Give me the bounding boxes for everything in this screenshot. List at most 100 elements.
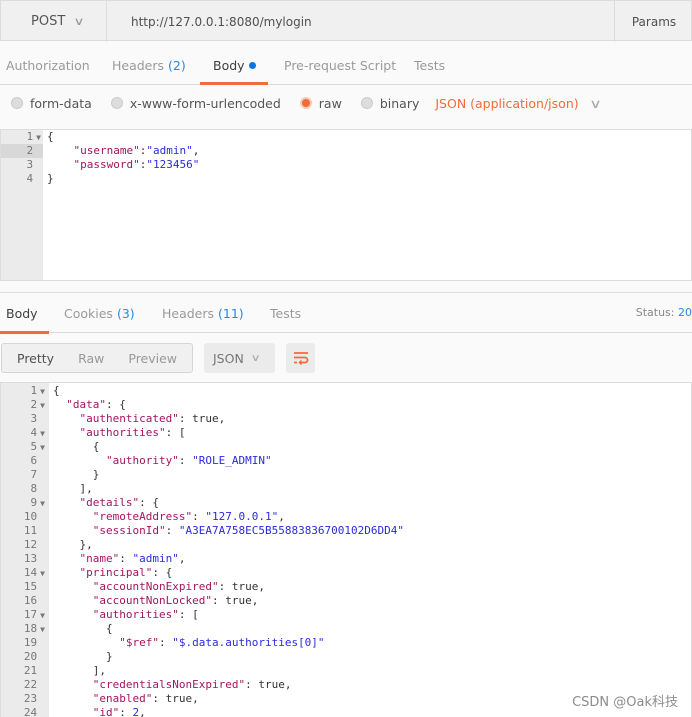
- tab-tests[interactable]: Tests: [414, 44, 445, 85]
- fold-arrow-icon[interactable]: ▼: [40, 429, 45, 438]
- wrap-lines-button[interactable]: [286, 343, 315, 373]
- json-punct: [53, 398, 66, 411]
- line-number: 2 ▼: [30, 398, 45, 411]
- line-number: 16: [1, 594, 49, 608]
- tab-body[interactable]: Body: [200, 44, 268, 85]
- json-punct: [53, 496, 80, 509]
- tab-label: Headers: [162, 306, 215, 321]
- code-line: "details": {: [53, 496, 404, 510]
- tab-label: Cookies: [64, 306, 113, 321]
- fold-arrow-icon[interactable]: ▼: [40, 443, 45, 452]
- view-mode-toggle: Pretty Raw Preview: [1, 343, 193, 373]
- json-key: "username": [73, 144, 140, 157]
- view-preview-button[interactable]: Preview: [128, 351, 177, 366]
- request-bar: POST ∨ http://127.0.0.1:8080/mylogin Par…: [0, 0, 692, 42]
- json-punct: [53, 594, 93, 607]
- tab-authorization[interactable]: Authorization: [6, 44, 90, 85]
- json-punct: [53, 566, 80, 579]
- chevron-down-icon: ∨: [250, 352, 261, 364]
- json-key: "$ref": [119, 636, 159, 649]
- line-number: 2: [1, 144, 43, 158]
- request-body-editor[interactable]: 1 ▼ 2 3 4 { "username":"admin", "password"…: [0, 129, 692, 281]
- line-number: 4: [1, 172, 43, 186]
- code-line: "authority": "ROLE_ADMIN": [53, 454, 404, 468]
- request-body-code[interactable]: { "username":"admin", "password":"123456…: [47, 130, 199, 186]
- method-select[interactable]: POST ∨: [1, 1, 107, 42]
- json-punct: }: [47, 172, 54, 185]
- json-punct: :: [119, 552, 133, 565]
- request-tabs: Authorization Headers (2) Body Pre-reque…: [0, 44, 692, 85]
- fold-arrow-icon[interactable]: ▼: [40, 401, 45, 410]
- radio-raw[interactable]: raw: [299, 96, 342, 111]
- json-key: "enabled": [92, 692, 153, 705]
- content-type-select[interactable]: JSON (application/json) ∨: [435, 96, 601, 111]
- radio-binary[interactable]: binary: [360, 96, 419, 111]
- fold-arrow-icon[interactable]: ▼: [40, 499, 45, 508]
- response-tabs: Body Cookies (3) Headers (11) Tests: [0, 292, 692, 334]
- radio-x-www-form-urlencoded[interactable]: x-www-form-urlencoded: [110, 96, 281, 111]
- json-punct: ,: [251, 594, 259, 607]
- json-key: "password": [73, 158, 140, 171]
- line-number-gutter: 1 ▼ 2 ▼ 3 4 ▼ 5 ▼ 6 7 8 9 ▼ 10 11 12 13 14 ▼ 15 16 1…: [1, 383, 49, 717]
- json-punct: : [: [178, 608, 199, 621]
- tab-label: Tests: [270, 306, 302, 321]
- radio-form-data[interactable]: form-data: [11, 96, 92, 111]
- code-line: }: [47, 172, 199, 186]
- line-number: 17 ▼: [23, 608, 45, 621]
- json-punct: :: [192, 510, 206, 523]
- fold-arrow-icon[interactable]: ▼: [40, 569, 45, 578]
- tab-response-body[interactable]: Body: [0, 293, 49, 334]
- chevron-down-icon: ∨: [73, 15, 85, 28]
- url-input[interactable]: http://127.0.0.1:8080/mylogin: [107, 1, 615, 42]
- line-number: 6: [1, 454, 49, 468]
- line-number-gutter: 1 ▼ 2 3 4: [1, 130, 43, 280]
- line-number: 1 ▼: [26, 130, 41, 143]
- view-pretty-button[interactable]: Pretty: [17, 351, 54, 366]
- fold-arrow-icon[interactable]: ▼: [36, 133, 41, 142]
- line-number: 19: [1, 636, 49, 650]
- view-raw-button[interactable]: Raw: [78, 351, 104, 366]
- fold-arrow-icon[interactable]: ▼: [40, 611, 45, 620]
- line-number: 13: [1, 552, 49, 566]
- response-status: Status: 20: [636, 306, 692, 319]
- tab-response-headers[interactable]: Headers (11): [162, 293, 244, 334]
- json-punct: : [: [165, 426, 186, 439]
- code-line: "principal": {: [53, 566, 404, 580]
- json-punct: [53, 678, 93, 691]
- line-number: 3: [1, 158, 43, 172]
- code-line: ],: [53, 664, 404, 678]
- json-punct: }: [53, 650, 113, 663]
- tab-label: Body: [213, 58, 245, 73]
- json-punct: ],: [53, 482, 93, 495]
- json-punct: [53, 524, 93, 537]
- tab-pre-request-script[interactable]: Pre-request Script: [284, 44, 396, 85]
- tab-test-results[interactable]: Tests: [270, 293, 301, 334]
- json-string: "123456": [146, 158, 200, 171]
- fold-arrow-icon[interactable]: ▼: [40, 625, 45, 634]
- line-number: 11: [1, 524, 49, 538]
- json-value: true: [192, 412, 219, 425]
- response-body-viewer[interactable]: 1 ▼ 2 ▼ 3 4 ▼ 5 ▼ 6 7 8 9 ▼ 10 11 12 13 14 ▼ 15 16 1…: [0, 382, 692, 717]
- json-key: "name": [79, 552, 120, 565]
- json-key: "details": [79, 496, 140, 509]
- code-line: "accountNonLocked": true,: [53, 594, 404, 608]
- code-line: {: [53, 440, 404, 454]
- json-punct: {: [53, 384, 60, 397]
- json-key: "principal": [79, 566, 153, 579]
- json-punct: ,: [178, 552, 186, 565]
- tab-cookies[interactable]: Cookies (3): [64, 293, 135, 334]
- json-punct: ,: [258, 580, 265, 593]
- json-punct: [47, 144, 74, 157]
- tab-headers[interactable]: Headers (2): [112, 44, 186, 85]
- format-select[interactable]: JSON ∨: [204, 343, 275, 373]
- json-key: "accountNonLocked": [92, 594, 212, 607]
- radio-icon: [360, 97, 373, 109]
- status-label: Status:: [635, 306, 675, 319]
- params-button[interactable]: Params: [615, 1, 692, 42]
- fold-arrow-icon[interactable]: ▼: [40, 387, 45, 396]
